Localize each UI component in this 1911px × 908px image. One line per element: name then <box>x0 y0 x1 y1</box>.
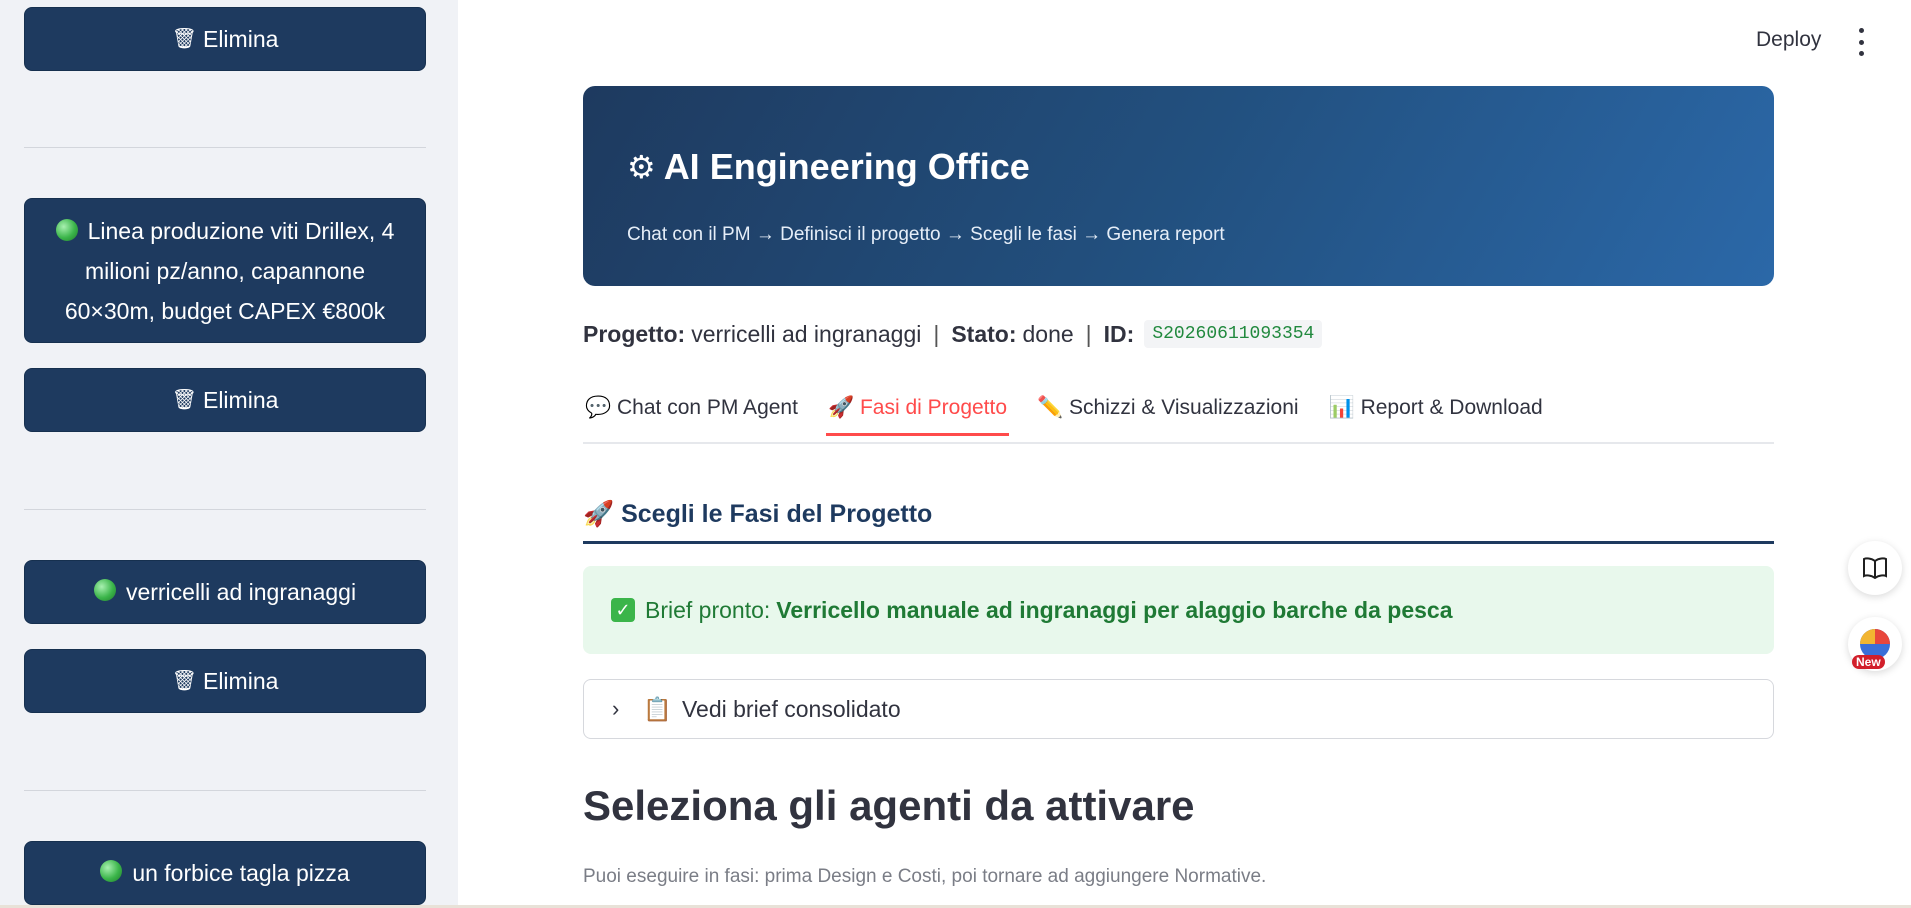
sidebar-divider <box>24 790 426 791</box>
expander-label: Vedi brief consolidato <box>681 695 901 722</box>
pencil-icon: ✏️ <box>1037 396 1064 419</box>
brief-expander[interactable]: › 📋 Vedi brief consolidato <box>583 679 1774 739</box>
project-button[interactable]: verricelli ad ingranaggi <box>24 560 426 624</box>
tab-chat-pm[interactable]: 💬 Chat con PM Agent <box>583 392 800 434</box>
tab-schizzi[interactable]: ✏️ Schizzi & Visualizzazioni <box>1035 392 1301 434</box>
status-value: done <box>1022 320 1074 347</box>
trash-icon: 🗑 <box>171 28 197 50</box>
tab-report[interactable]: 📊 Report & Download <box>1327 392 1545 434</box>
new-feature-button[interactable]: New <box>1848 617 1902 671</box>
bar-chart-icon: 📊 <box>1328 396 1355 419</box>
sidebar-divider <box>24 147 426 148</box>
hero-banner: ⚙ AI Engineering Office Chat con il PM →… <box>583 86 1774 286</box>
green-circle-icon <box>100 860 123 882</box>
meta-separator: | <box>933 320 940 347</box>
tab-fasi-progetto[interactable]: 🚀 Fasi di Progetto <box>825 392 1010 436</box>
delete-button[interactable]: 🗑 Elimina <box>24 7 426 71</box>
project-button[interactable]: Linea produzione viti Drillex, 4 milioni… <box>24 198 426 343</box>
clipboard-icon: 📋 <box>643 695 672 722</box>
green-circle-icon <box>55 219 78 242</box>
hero-subtitle: Chat con il PM → Definisci il progetto →… <box>627 224 1225 245</box>
id-label: ID: <box>1103 320 1135 347</box>
status-label: Stato: <box>951 320 1017 347</box>
new-badge: New <box>1852 655 1885 669</box>
gear-icon: ⚙ <box>627 149 656 185</box>
alert-prefix: Brief pronto: <box>645 596 771 623</box>
check-icon: ✓ <box>611 598 635 622</box>
book-icon[interactable] <box>1848 541 1902 595</box>
trash-icon: 🗑 <box>171 389 197 411</box>
delete-button[interactable]: 🗑 Elimina <box>24 649 426 713</box>
agents-caption: Puoi eseguire in fasi: prima Design e Co… <box>583 866 1267 887</box>
project-value: verricelli ad ingranaggi <box>691 320 922 347</box>
success-alert: ✓ Brief pronto: Verricello manuale ad in… <box>583 566 1774 654</box>
id-value: S20260611093354 <box>1144 320 1323 348</box>
rocket-icon: 🚀 <box>583 500 615 528</box>
delete-button[interactable]: 🗑 Elimina <box>24 368 426 432</box>
deploy-button[interactable]: Deploy <box>1748 26 1829 54</box>
meta-separator: | <box>1085 320 1092 347</box>
alert-text: Verricello manuale ad ingranaggi per ala… <box>776 596 1453 623</box>
speech-bubble-icon: 💬 <box>585 396 612 419</box>
section-heading: 🚀 Scegli le Fasi del Progetto <box>583 500 1774 544</box>
trash-icon: 🗑 <box>171 670 197 692</box>
project-button[interactable]: un forbice tagla pizza <box>24 841 426 905</box>
agents-heading: Seleziona gli agenti da attivare <box>583 782 1195 829</box>
green-circle-icon <box>93 579 116 601</box>
kebab-menu-icon[interactable] <box>1852 28 1870 56</box>
project-meta: Progetto: verricelli ad ingranaggi | Sta… <box>583 320 1323 348</box>
rocket-icon: 🚀 <box>827 396 855 419</box>
chevron-right-icon: › <box>612 696 620 721</box>
project-label: Progetto: <box>583 320 686 347</box>
page-title: ⚙ AI Engineering Office <box>627 146 1030 187</box>
sidebar-divider <box>24 509 426 510</box>
sidebar: 🗑 Elimina Linea produzione viti Drillex,… <box>0 0 458 908</box>
tab-bar: 💬 Chat con PM Agent 🚀 Fasi di Progetto ✏… <box>583 392 1774 444</box>
